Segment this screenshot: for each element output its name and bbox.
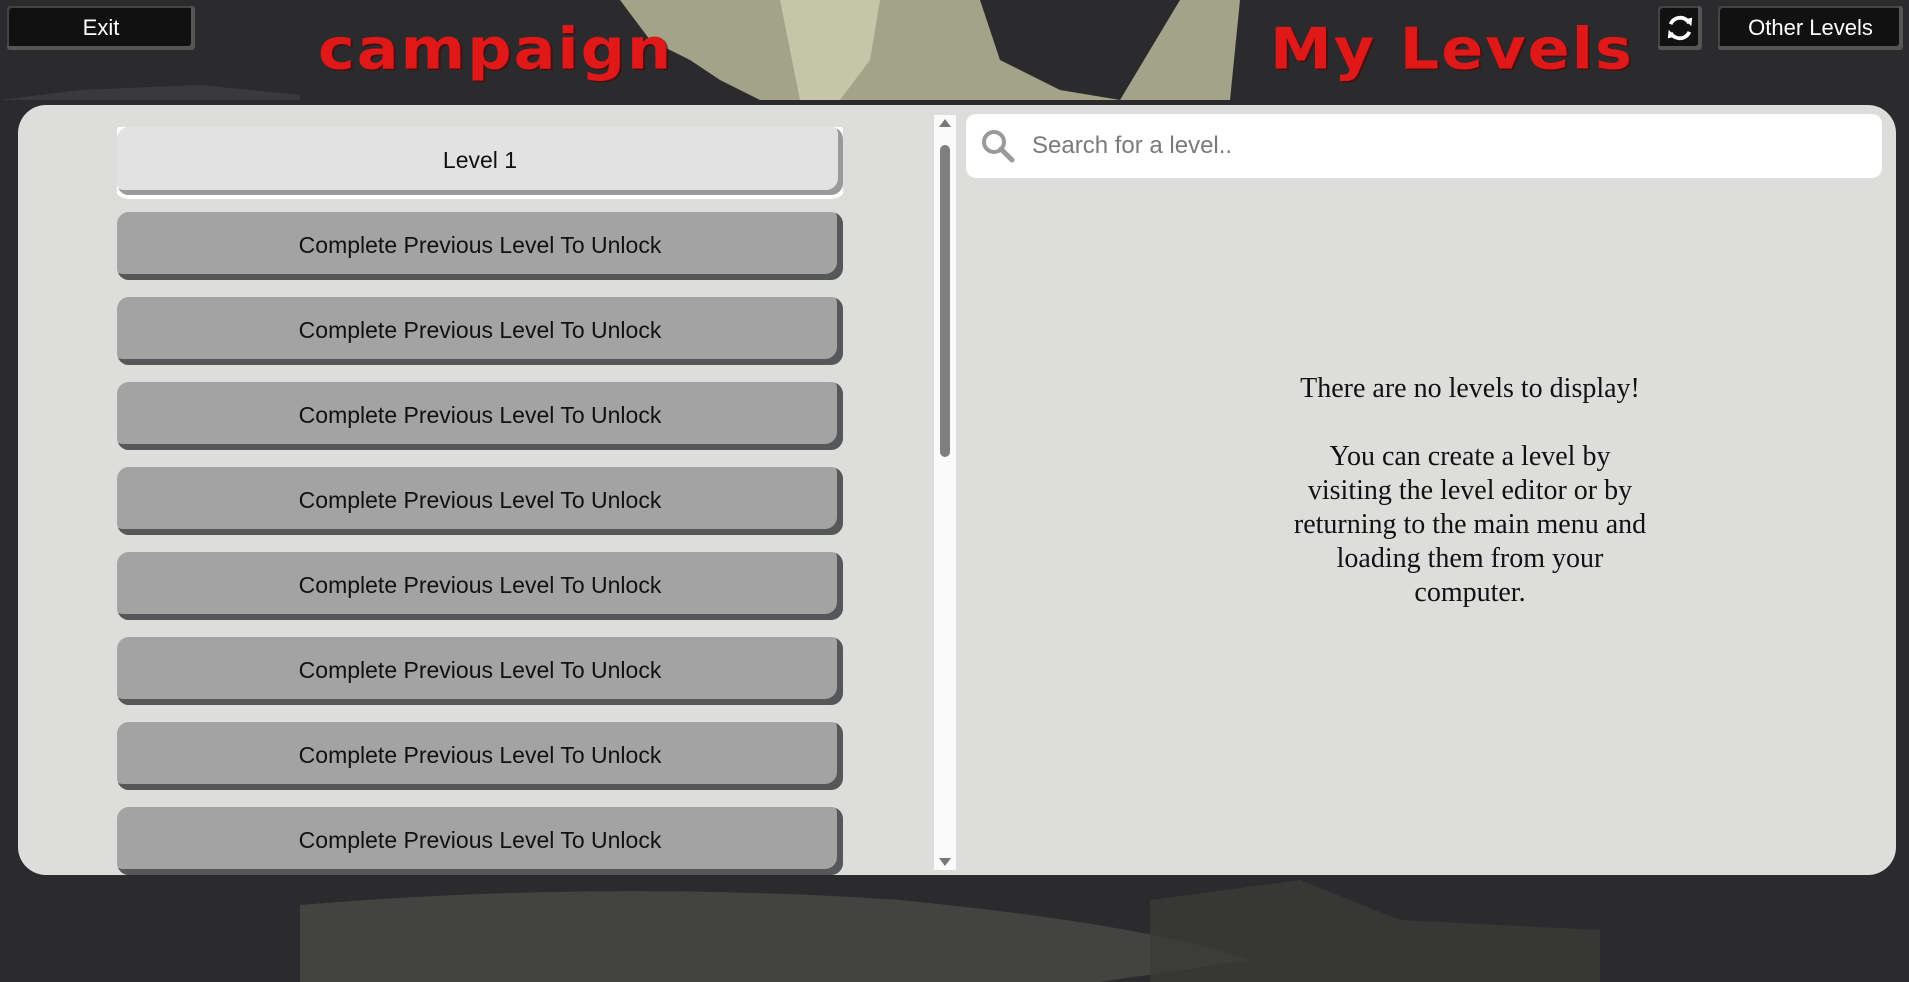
level-button-unlocked[interactable]: Level 1 <box>117 127 843 195</box>
level-button-locked[interactable]: Complete Previous Level To Unlock <box>117 552 843 620</box>
search-input[interactable] <box>1030 131 1864 161</box>
levels-panel: Level 1 Complete Previous Level To Unlock… <box>18 105 1896 875</box>
other-levels-button[interactable]: Other Levels <box>1718 6 1903 50</box>
campaign-scrollbar[interactable] <box>934 115 956 870</box>
level-button-locked[interactable]: Complete Previous Level To Unlock <box>117 637 843 705</box>
exit-button[interactable]: Exit <box>7 6 195 50</box>
empty-message-line1: There are no levels to display! <box>1300 373 1640 404</box>
level-button-locked[interactable]: Complete Previous Level To Unlock <box>117 382 843 450</box>
scroll-down-arrow[interactable] <box>939 858 951 866</box>
refresh-button[interactable] <box>1658 6 1702 50</box>
campaign-level-list[interactable]: Level 1 Complete Previous Level To Unlock… <box>117 127 843 875</box>
refresh-icon <box>1667 15 1693 41</box>
level-button-locked[interactable]: Complete Previous Level To Unlock <box>117 467 843 535</box>
empty-message-line2: You can create a level by visiting the l… <box>1293 441 1647 608</box>
scrollbar-thumb[interactable] <box>940 145 950 457</box>
scroll-up-arrow[interactable] <box>939 119 951 127</box>
my-levels-title: My Levels <box>1270 14 1634 83</box>
search-icon <box>982 130 1015 163</box>
level-button-locked[interactable]: Complete Previous Level To Unlock <box>117 807 843 875</box>
campaign-title: campaign <box>318 14 674 83</box>
level-button-locked[interactable]: Complete Previous Level To Unlock <box>117 212 843 280</box>
level-button-locked[interactable]: Complete Previous Level To Unlock <box>117 722 843 790</box>
level-button-locked[interactable]: Complete Previous Level To Unlock <box>117 297 843 365</box>
empty-levels-message: There are no levels to display! You can … <box>1290 372 1650 644</box>
level-search-box[interactable] <box>966 114 1882 178</box>
